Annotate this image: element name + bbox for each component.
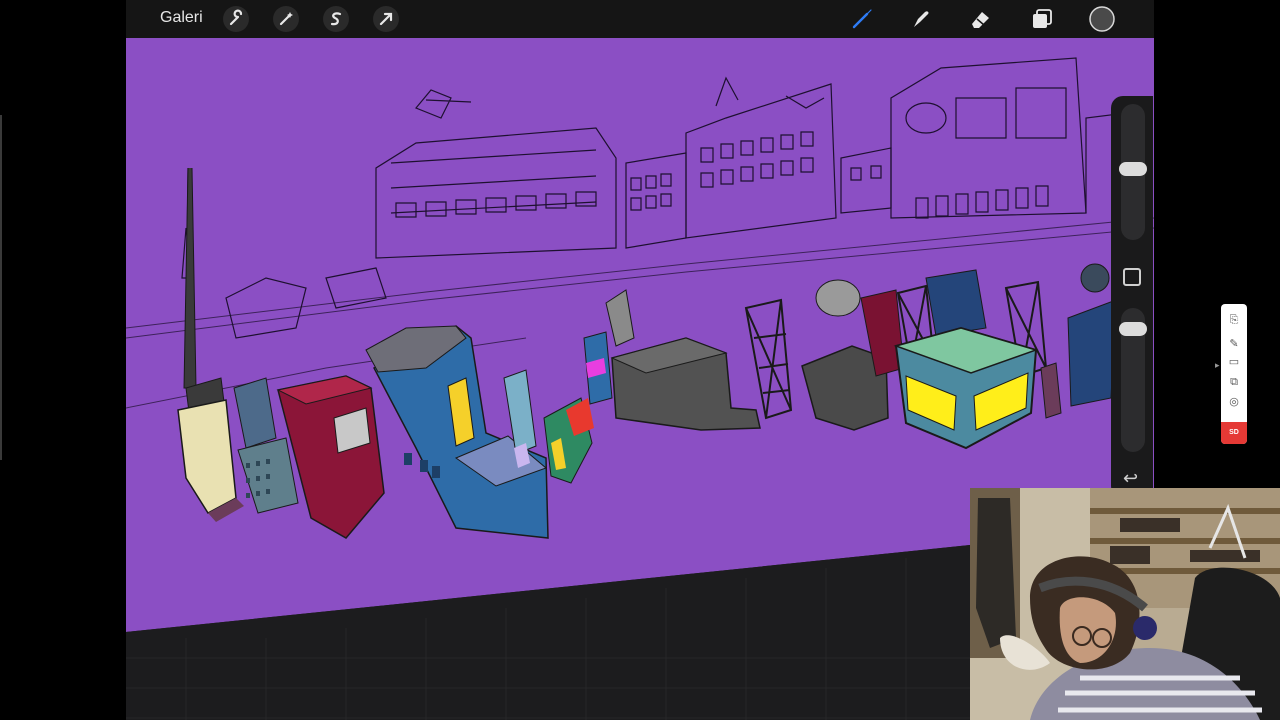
brush-sidebar: ↩ <box>1111 96 1153 498</box>
brush-icon[interactable] <box>848 5 876 33</box>
record-label: SD <box>1229 429 1239 436</box>
pencil-icon[interactable]: ✎ <box>1228 338 1240 350</box>
magic-wand-icon[interactable] <box>272 5 300 33</box>
selection-s-icon[interactable] <box>322 5 350 33</box>
undo-icon[interactable]: ↩ <box>1123 468 1138 489</box>
crop-icon[interactable]: ⧉ <box>1228 376 1240 388</box>
brush-size-thumb[interactable] <box>1119 162 1147 176</box>
top-toolbar: Galeri <box>126 0 1154 38</box>
wrench-icon[interactable] <box>222 5 250 33</box>
opacity-thumb[interactable] <box>1119 322 1147 336</box>
layers-icon[interactable] <box>1028 5 1056 33</box>
screen-recorder-widget: ▸ ⎘ ✎ ▭ ⧉ ◎ SD <box>1215 304 1247 444</box>
record-button[interactable]: SD <box>1221 422 1247 444</box>
smudge-icon[interactable] <box>906 5 934 33</box>
opacity-slider[interactable] <box>1119 308 1147 452</box>
webcam-feed <box>970 488 1280 720</box>
modify-button[interactable] <box>1123 268 1141 286</box>
screenshot-icon[interactable]: ⎘ <box>1228 314 1240 326</box>
window-icon[interactable]: ▭ <box>1228 356 1240 368</box>
camera-icon[interactable]: ◎ <box>1228 396 1240 408</box>
brush-size-slider[interactable] <box>1119 104 1147 240</box>
webcam-overlay <box>970 488 1280 720</box>
left-edge-marker <box>0 115 2 460</box>
color-swatch-icon[interactable] <box>1088 5 1116 33</box>
arrow-cursor-icon[interactable] <box>372 5 400 33</box>
gallery-button[interactable]: Galeri <box>160 9 203 27</box>
eraser-icon[interactable] <box>966 5 994 33</box>
collapse-arrow-icon[interactable]: ▸ <box>1215 360 1220 371</box>
